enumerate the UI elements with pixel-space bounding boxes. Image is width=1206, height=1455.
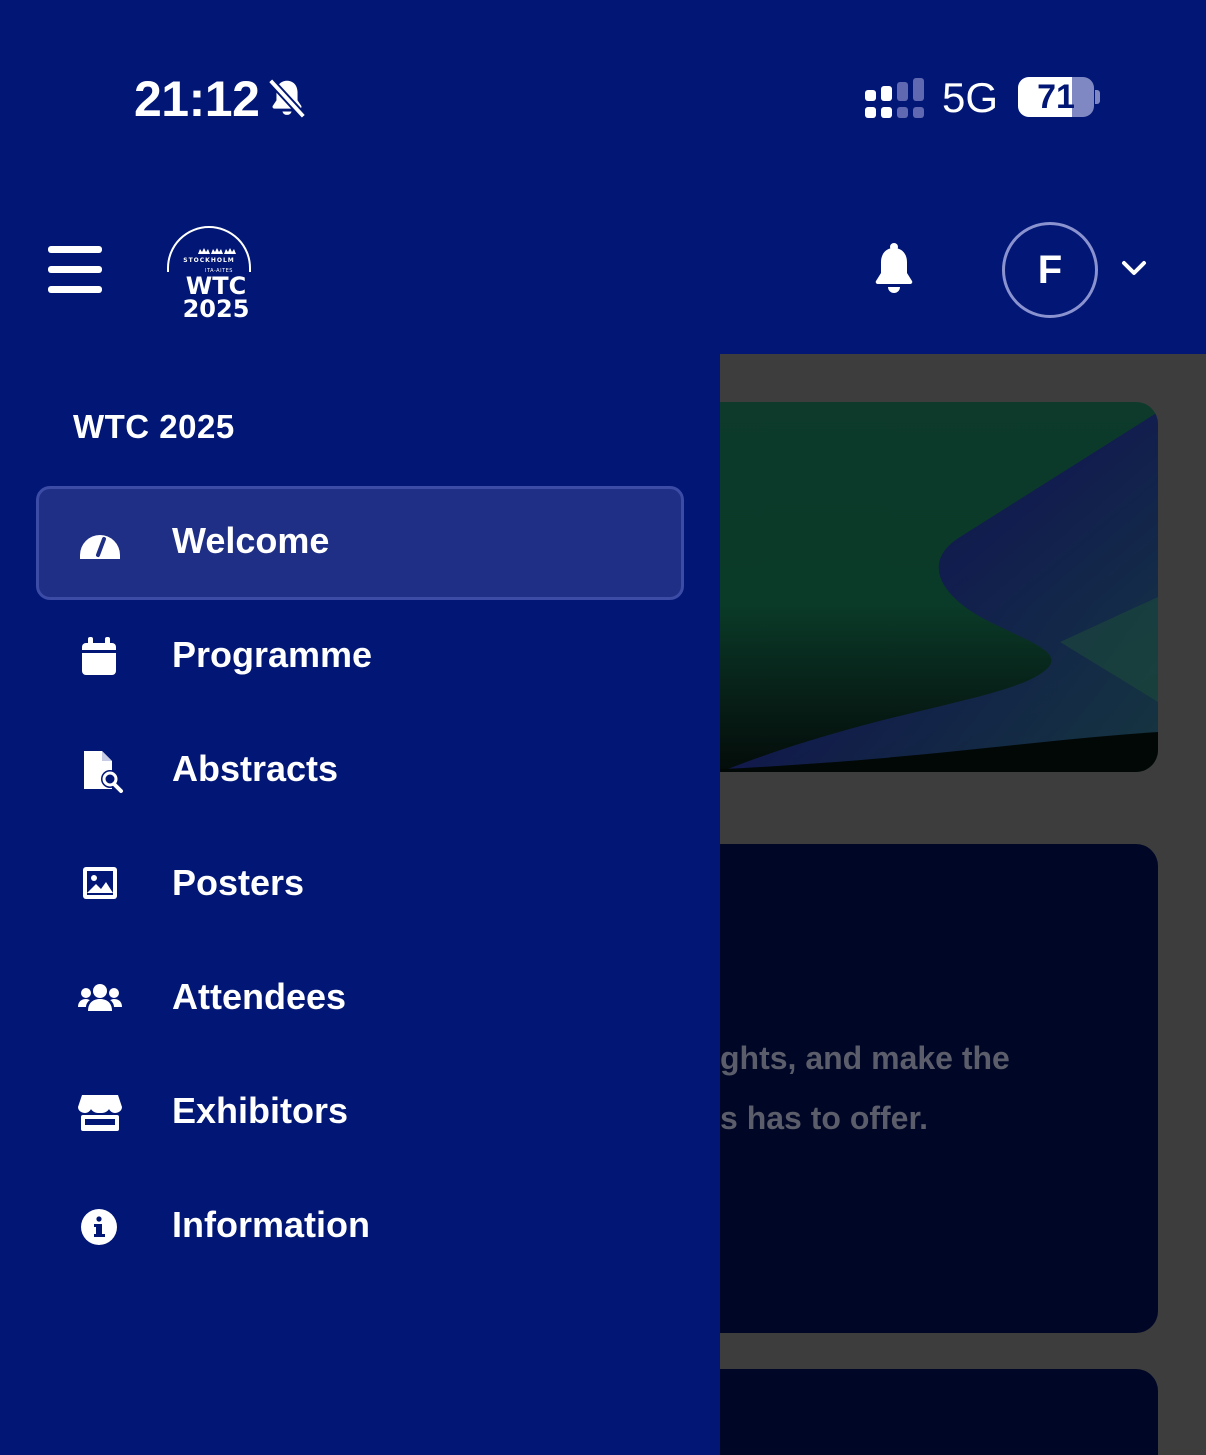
- card-text-line: ghts, and make the: [720, 1040, 1010, 1076]
- info-card: [720, 1369, 1158, 1455]
- menu-item-attendees[interactable]: Attendees: [36, 942, 684, 1056]
- status-time: 21:12: [134, 71, 260, 127]
- menu-item-abstracts[interactable]: Abstracts: [36, 714, 684, 828]
- menu-bar: [48, 286, 102, 293]
- drawer-title: WTC 2025: [73, 408, 235, 445]
- card-text-line: s has to offer.: [720, 1100, 929, 1136]
- menu-item-label: Exhibitors: [172, 1090, 349, 1131]
- users-icon: [78, 984, 122, 1011]
- page-content-overlay[interactable]: ghts, and make the s has to offer.: [720, 354, 1206, 1455]
- hero-banner: [720, 402, 1158, 772]
- app-header: STOCKHOLM ITA-AITES WTC 2025 F: [0, 190, 1206, 354]
- battery-percent: 71: [1037, 78, 1075, 116]
- logo-city: STOCKHOLM: [183, 257, 234, 264]
- menu-item-label: Abstracts: [172, 748, 339, 789]
- image-icon: [83, 867, 117, 899]
- notifications-bell-icon[interactable]: [870, 242, 918, 296]
- menu-item-programme[interactable]: Programme: [36, 600, 684, 714]
- menu-bar: [48, 246, 102, 253]
- signal-icon: [865, 78, 924, 118]
- status-bar: 21:12 5G 71: [0, 0, 1206, 190]
- battery-tip: [1095, 90, 1100, 104]
- calendar-icon: [82, 637, 116, 675]
- chevron-down-icon[interactable]: [1120, 258, 1148, 278]
- menu-bar: [48, 266, 102, 273]
- welcome-card: ghts, and make the s has to offer.: [720, 844, 1158, 1333]
- menu-item-label: Information: [172, 1204, 370, 1245]
- menu-toggle-button[interactable]: [48, 246, 102, 294]
- menu-item-welcome[interactable]: Welcome: [36, 486, 684, 600]
- user-avatar[interactable]: F: [1002, 222, 1098, 318]
- logo-year: 2025: [183, 295, 250, 322]
- store-icon: [78, 1095, 122, 1131]
- gauge-icon: [80, 535, 120, 559]
- battery-icon: 71: [1018, 77, 1094, 117]
- info-icon: [81, 1209, 117, 1245]
- menu-item-exhibitors[interactable]: Exhibitors: [36, 1056, 684, 1170]
- menu-item-label: Attendees: [172, 976, 347, 1017]
- menu-item-label: Welcome: [172, 520, 330, 561]
- menu-item-posters[interactable]: Posters: [36, 828, 684, 942]
- network-type: 5G: [942, 74, 999, 121]
- menu-item-information[interactable]: Information: [36, 1170, 684, 1284]
- navigation-drawer: WTC 2025 Welcome Programme Abstracts Pos…: [0, 354, 720, 1455]
- hero-wave-graphic: [720, 402, 1158, 772]
- menu-item-label: Posters: [172, 862, 305, 903]
- wtc-logo[interactable]: STOCKHOLM ITA-AITES WTC 2025: [164, 220, 254, 322]
- bell-off-icon: [267, 78, 307, 119]
- file-search-icon: [84, 751, 123, 793]
- menu-item-label: Programme: [172, 634, 373, 675]
